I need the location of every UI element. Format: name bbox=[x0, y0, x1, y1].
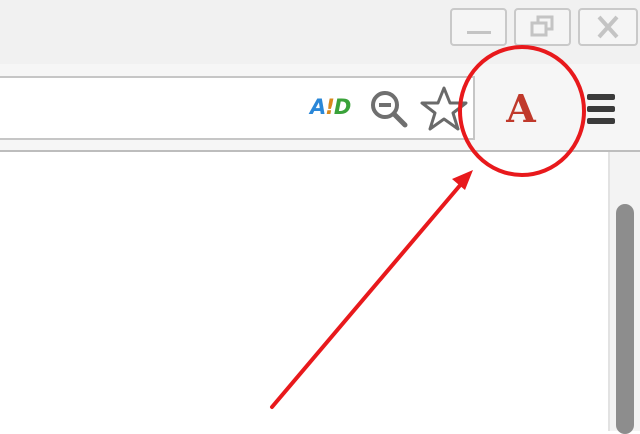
page-content bbox=[0, 152, 608, 431]
aid-extension-icon[interactable]: A!D bbox=[310, 93, 351, 121]
close-button[interactable] bbox=[578, 8, 638, 46]
font-extension-button[interactable]: A bbox=[497, 84, 545, 134]
restore-button[interactable] bbox=[514, 8, 571, 46]
aid-badge-a: A bbox=[310, 95, 326, 119]
restore-icon bbox=[530, 15, 554, 37]
scrollbar-thumb[interactable] bbox=[616, 204, 634, 434]
window-titlebar bbox=[0, 0, 640, 64]
close-icon bbox=[597, 15, 619, 39]
aid-badge-d: D bbox=[333, 95, 351, 119]
minimize-button[interactable] bbox=[450, 8, 507, 46]
zoom-out-icon[interactable] bbox=[368, 88, 410, 130]
minimize-icon bbox=[467, 31, 491, 34]
aid-badge-i: ! bbox=[325, 95, 335, 119]
bookmark-star-icon[interactable] bbox=[419, 84, 469, 134]
menu-icon[interactable] bbox=[584, 90, 620, 130]
